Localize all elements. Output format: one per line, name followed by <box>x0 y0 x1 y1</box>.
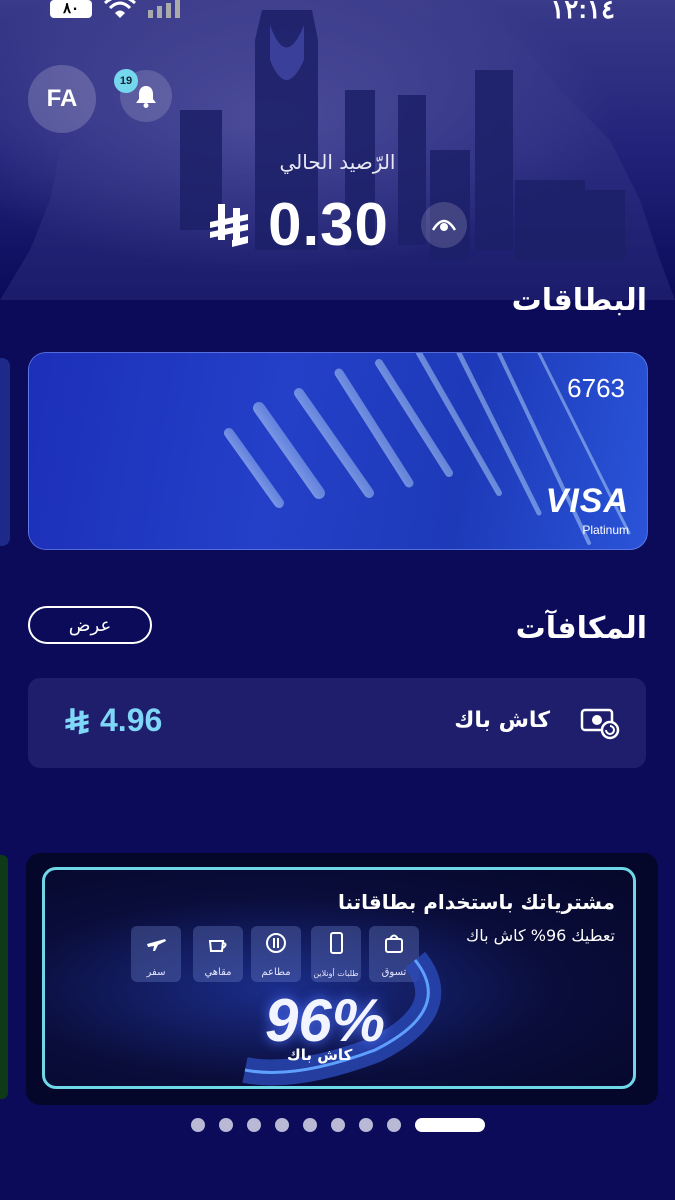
card-tier: Platinum <box>582 523 629 537</box>
saudi-riyal-icon <box>210 203 249 247</box>
eye-icon <box>431 219 456 231</box>
status-time: ١٢:١٤ <box>550 0 615 24</box>
previous-card-peek[interactable] <box>0 358 10 546</box>
pager-dot[interactable] <box>302 1118 317 1132</box>
wifi-icon <box>104 0 136 18</box>
rewards-section-title: المكافآت <box>515 611 647 646</box>
cashback-amount: 4.96 <box>100 702 163 738</box>
bell-icon <box>136 86 156 108</box>
saudi-riyal-icon <box>65 707 89 734</box>
cashback-row[interactable]: كاش باك 4.96 <box>28 678 646 768</box>
promo-big-percentage: 96% <box>265 987 386 1054</box>
signal-icon <box>148 0 180 18</box>
cashback-label: كاش باك <box>454 708 550 733</box>
pager-dot[interactable] <box>246 1118 261 1132</box>
pager-dot[interactable] <box>274 1118 289 1132</box>
promo-big-subtext: كاش باك <box>287 1046 353 1064</box>
pager-dot-active[interactable] <box>414 1118 485 1132</box>
visa-card[interactable]: 6763 VISA Platinum <box>28 352 648 550</box>
notification-count-badge: 19 <box>114 69 138 93</box>
card-last-digits: 6763 <box>567 373 625 403</box>
status-bar: ٨٠ ١٢:١٤ <box>0 0 675 24</box>
pager-dot[interactable] <box>330 1118 345 1132</box>
pager-dot[interactable] <box>190 1118 205 1132</box>
battery-indicator: ٨٠ <box>50 0 92 18</box>
visa-logo: VISA <box>545 482 629 520</box>
cashback-value: 4.96 <box>64 702 162 739</box>
airplane-icon <box>147 939 166 951</box>
toggle-balance-visibility-button[interactable] <box>420 201 467 248</box>
promo-banner-frame: مشترياتك باستخدام بطاقاتنا تعطيك 96% كاش… <box>42 867 636 1089</box>
pager-dot[interactable] <box>358 1118 373 1132</box>
carousel-pager <box>0 1118 675 1132</box>
pager-dot[interactable] <box>218 1118 233 1132</box>
category-tile-travel: سفر <box>131 926 181 982</box>
avatar[interactable]: FA <box>28 65 96 133</box>
promo-subtitle: تعطيك 96% كاش باك <box>466 926 615 945</box>
promo-title: مشترياتك باستخدام بطاقاتنا <box>337 890 615 914</box>
category-label: سفر <box>146 967 166 978</box>
pager-dot[interactable] <box>386 1118 401 1132</box>
balance-row: 0.30 <box>0 190 675 259</box>
balance-label: الرّصيد الحالي <box>279 150 396 174</box>
cashback-icon <box>580 708 620 740</box>
balance-amount: 0.30 <box>268 191 389 258</box>
promo-banner[interactable]: مشترياتك باستخدام بطاقاتنا تعطيك 96% كاش… <box>26 853 658 1105</box>
cards-section-title: البطاقات <box>511 283 647 318</box>
view-rewards-button[interactable]: عرض <box>28 606 152 644</box>
previous-banner-peek[interactable] <box>0 855 8 1099</box>
